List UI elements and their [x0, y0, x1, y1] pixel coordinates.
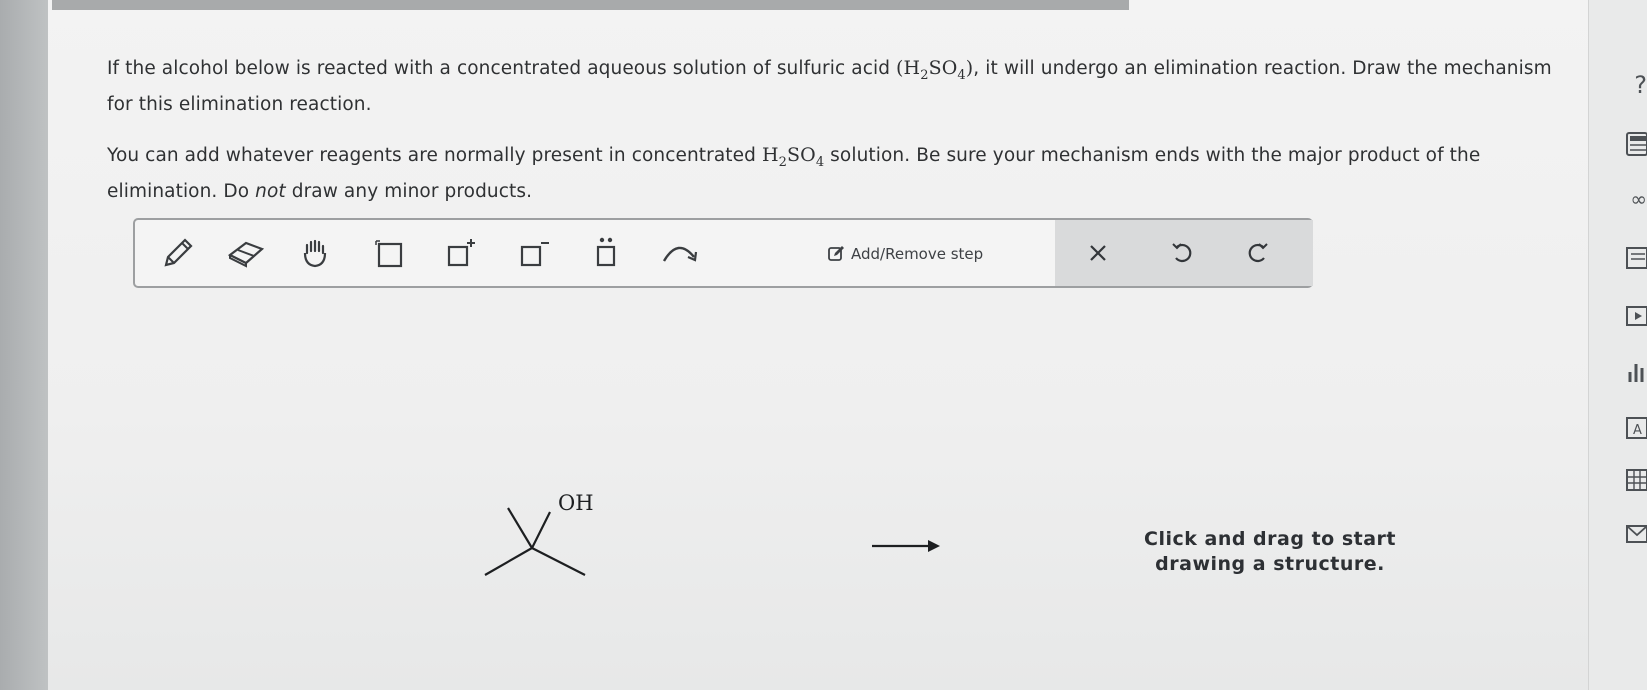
curved-arrow-icon[interactable]: [657, 230, 703, 276]
mail-icon[interactable]: [1625, 522, 1647, 548]
chart-icon[interactable]: [1625, 360, 1647, 386]
bond-lower-right: [531, 547, 586, 576]
help-icon[interactable]: ?: [1625, 72, 1647, 98]
positive-charge-icon[interactable]: [438, 230, 484, 276]
pencil-icon[interactable]: [155, 230, 201, 276]
infinity-icon[interactable]: ∞: [1625, 186, 1647, 212]
eraser-icon[interactable]: [223, 230, 269, 276]
periodic-table-icon[interactable]: [1625, 468, 1647, 494]
bond-lower-left: [484, 547, 533, 576]
question-paragraph-1: If the alcohol below is reacted with a c…: [107, 57, 1552, 115]
text-icon[interactable]: A: [1625, 416, 1647, 442]
negative-charge-icon[interactable]: [511, 230, 557, 276]
calculator-icon[interactable]: [1625, 132, 1647, 158]
oh-label: OH: [558, 491, 594, 515]
select-box-icon[interactable]: [367, 230, 413, 276]
question-paragraph-2: You can add whatever reagents are normal…: [107, 143, 1481, 202]
hand-icon[interactable]: [293, 230, 339, 276]
lone-pair-icon[interactable]: [583, 230, 629, 276]
top-bar: [52, 0, 1129, 10]
sulfuric-acid-formula: (H2SO4): [896, 57, 974, 83]
notes-icon[interactable]: [1625, 246, 1647, 272]
reaction-arrow: [870, 538, 942, 558]
redo-icon[interactable]: [1235, 232, 1281, 274]
sulfuric-acid-formula-2: H2SO4: [761, 143, 825, 170]
undo-icon[interactable]: [1159, 232, 1205, 274]
tert-butanol-structure: OH: [470, 490, 600, 604]
bond-to-oh: [531, 511, 551, 549]
right-rail: [1588, 0, 1647, 690]
add-remove-step-button[interactable]: Add/Remove step: [827, 240, 983, 268]
question-text: If the alcohol below is reacted with a c…: [107, 54, 1557, 228]
toolbar-actions: [1055, 220, 1313, 286]
video-icon[interactable]: [1625, 304, 1647, 330]
bond-upper-left: [507, 507, 533, 549]
canvas-hint: Click and drag to start drawing a struct…: [1144, 528, 1396, 575]
drawing-canvas[interactable]: [133, 290, 1553, 690]
svg-text:A: A: [1633, 423, 1642, 438]
drawing-toolbar: Add/Remove step: [133, 218, 1313, 288]
clear-icon[interactable]: [1075, 232, 1121, 274]
edit-icon: [828, 246, 844, 261]
add-remove-step-label: Add/Remove step: [851, 245, 984, 263]
left-edge: [0, 0, 48, 690]
